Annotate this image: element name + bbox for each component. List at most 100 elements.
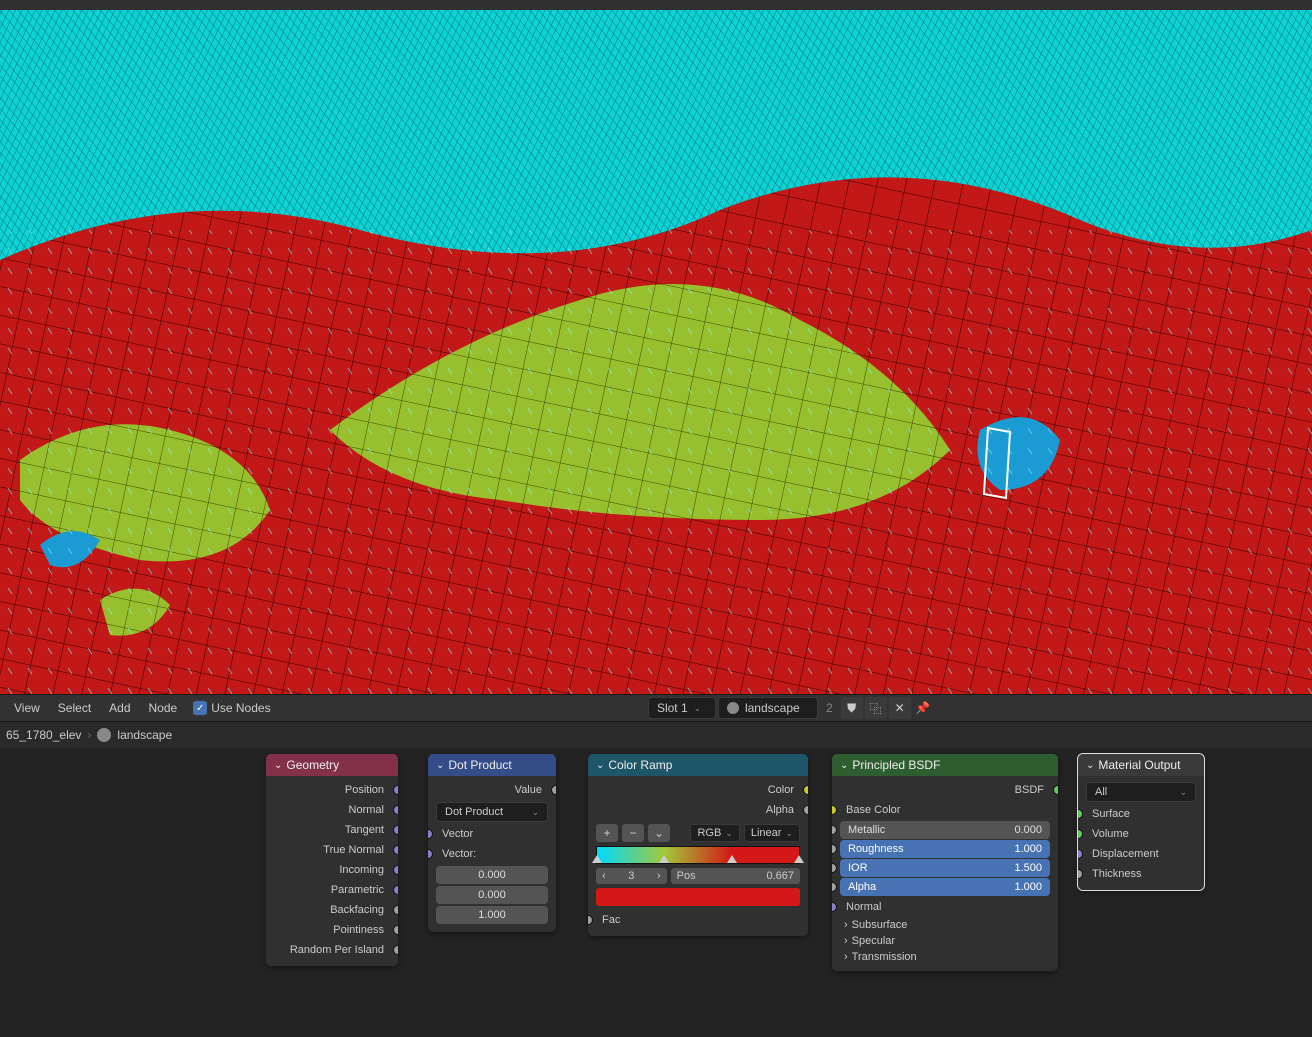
out-value: Value	[515, 784, 542, 796]
breadcrumb: 65_1780_elev › landscape	[0, 722, 1312, 748]
in-surface: Surface	[1092, 808, 1130, 820]
ramp-remove-btn[interactable]: −	[622, 824, 644, 842]
material-crumb[interactable]: landscape	[117, 728, 172, 742]
material-name: landscape	[745, 701, 800, 715]
node-header[interactable]: ⌄ Principled BSDF	[832, 754, 1058, 776]
out-parametric: Parametric	[331, 884, 384, 896]
out-incoming: Incoming	[339, 864, 384, 876]
header-menu: View Select Add Node	[6, 697, 185, 719]
node-title: Dot Product	[448, 758, 511, 772]
use-nodes-toggle[interactable]: ✓ Use Nodes	[193, 701, 270, 715]
ramp-handle[interactable]	[659, 855, 669, 865]
chevron-down-icon: ⌄	[1086, 760, 1094, 771]
node-header[interactable]: ⌄ Material Output	[1078, 754, 1204, 776]
out-pointiness: Pointiness	[333, 924, 384, 936]
fake-user-btn[interactable]: ⛊	[841, 697, 863, 719]
menu-view[interactable]: View	[6, 697, 48, 719]
new-material-btn[interactable]: ⿻	[865, 697, 887, 719]
out-tangent: Tangent	[345, 824, 384, 836]
roughness-field[interactable]: Roughness1.000	[840, 840, 1050, 858]
chevron-down-icon: ⌄	[694, 703, 702, 714]
ramp-index[interactable]: ‹3›	[596, 868, 667, 884]
ior-field[interactable]: IOR1.500	[840, 859, 1050, 877]
node-editor[interactable]: ⌄ Geometry Position Normal Tangent True …	[0, 748, 1312, 1037]
pin-icon: 📌	[915, 701, 930, 715]
material-dropdown[interactable]: landscape	[718, 697, 818, 719]
out-true-normal: True Normal	[323, 844, 384, 856]
ramp-add-btn[interactable]: +	[596, 824, 618, 842]
material-icon	[97, 728, 111, 742]
in-normal: Normal	[846, 901, 881, 913]
panel-specular[interactable]: ›Specular	[832, 933, 1058, 949]
chevron-down-icon: ⌄	[531, 807, 539, 818]
unlink-btn[interactable]: ✕	[889, 697, 911, 719]
slot-dropdown[interactable]: Slot 1 ⌄	[648, 697, 716, 719]
node-principled-bsdf[interactable]: ⌄ Principled BSDF BSDF Base Color Metall…	[832, 754, 1058, 971]
in-vector2: Vector:	[442, 848, 476, 860]
node-title: Color Ramp	[608, 758, 672, 772]
node-header[interactable]: ⌄ Color Ramp	[588, 754, 808, 776]
out-bsdf: BSDF	[1015, 784, 1044, 796]
ramp-gradient[interactable]	[596, 846, 800, 864]
in-thickness: Thickness	[1092, 868, 1142, 880]
ramp-interp[interactable]: Linear⌄	[744, 824, 800, 842]
out-backfacing: Backfacing	[330, 904, 384, 916]
node-title: Material Output	[1098, 758, 1180, 772]
object-name[interactable]: 65_1780_elev	[6, 728, 81, 742]
menu-node[interactable]: Node	[141, 697, 186, 719]
chevron-right-icon: ›	[844, 951, 848, 963]
panel-subsurface[interactable]: ›Subsurface	[832, 917, 1058, 933]
vec-y[interactable]: 0.000	[436, 886, 548, 904]
ramp-pos[interactable]: Pos0.667	[671, 868, 800, 884]
alpha-field[interactable]: Alpha1.000	[840, 878, 1050, 896]
ramp-handle[interactable]	[794, 855, 804, 865]
out-color: Color	[768, 784, 794, 796]
ramp-handle[interactable]	[592, 855, 602, 865]
vec-z[interactable]: 1.000	[436, 906, 548, 924]
out-position: Position	[345, 784, 384, 796]
node-header[interactable]: ⌄ Dot Product	[428, 754, 556, 776]
in-vector: Vector	[442, 828, 473, 840]
node-geometry[interactable]: ⌄ Geometry Position Normal Tangent True …	[266, 754, 398, 966]
chevron-right-icon: ›	[844, 919, 848, 931]
in-displacement: Displacement	[1092, 848, 1159, 860]
in-fac: Fac	[602, 914, 620, 926]
metallic-field[interactable]: Metallic0.000	[840, 821, 1050, 839]
chevron-down-icon: ⌄	[596, 760, 604, 771]
out-random: Random Per Island	[290, 944, 384, 956]
checkbox-icon: ✓	[193, 701, 207, 715]
node-title: Principled BSDF	[852, 758, 940, 772]
op-label: Dot Product	[445, 806, 503, 818]
node-material-output[interactable]: ⌄ Material Output All⌄ Surface Volume Di…	[1078, 754, 1204, 890]
slot-label: Slot 1	[657, 701, 688, 715]
node-editor-header: View Select Add Node ✓ Use Nodes Slot 1 …	[0, 694, 1312, 722]
node-color-ramp[interactable]: ⌄ Color Ramp Color Alpha + − ⌄ RGB⌄ Line…	[588, 754, 808, 936]
user-count: 2	[820, 701, 839, 715]
use-nodes-label: Use Nodes	[211, 701, 270, 715]
chevron-down-icon: ⌄	[436, 760, 444, 771]
duplicate-icon: ⿻	[870, 700, 882, 717]
node-title: Geometry	[286, 758, 339, 772]
ramp-mode[interactable]: RGB⌄	[690, 824, 739, 842]
slot-selector: Slot 1 ⌄ landscape 2 ⛊ ⿻ ✕ 📌	[648, 697, 933, 719]
material-icon	[727, 702, 739, 714]
out-normal: Normal	[349, 804, 384, 816]
panel-transmission[interactable]: ›Transmission	[832, 949, 1058, 965]
ramp-handle[interactable]	[727, 855, 737, 865]
menu-add[interactable]: Add	[101, 697, 138, 719]
close-icon: ✕	[895, 701, 905, 715]
node-dot-product[interactable]: ⌄ Dot Product Value Dot Product ⌄ Vector…	[428, 754, 556, 932]
node-header[interactable]: ⌄ Geometry	[266, 754, 398, 776]
ramp-menu-btn[interactable]: ⌄	[648, 824, 670, 842]
viewport-3d[interactable]	[0, 0, 1312, 694]
out-target[interactable]: All⌄	[1086, 782, 1196, 802]
shield-icon: ⛊	[847, 701, 856, 716]
chevron-down-icon: ⌄	[840, 760, 848, 771]
pin-btn[interactable]: 📌	[913, 698, 933, 718]
ramp-sel-color[interactable]	[596, 888, 800, 906]
node-links	[0, 748, 300, 898]
menu-select[interactable]: Select	[50, 697, 99, 719]
op-dropdown[interactable]: Dot Product ⌄	[436, 802, 548, 822]
vec-x[interactable]: 0.000	[436, 866, 548, 884]
out-alpha: Alpha	[766, 804, 794, 816]
